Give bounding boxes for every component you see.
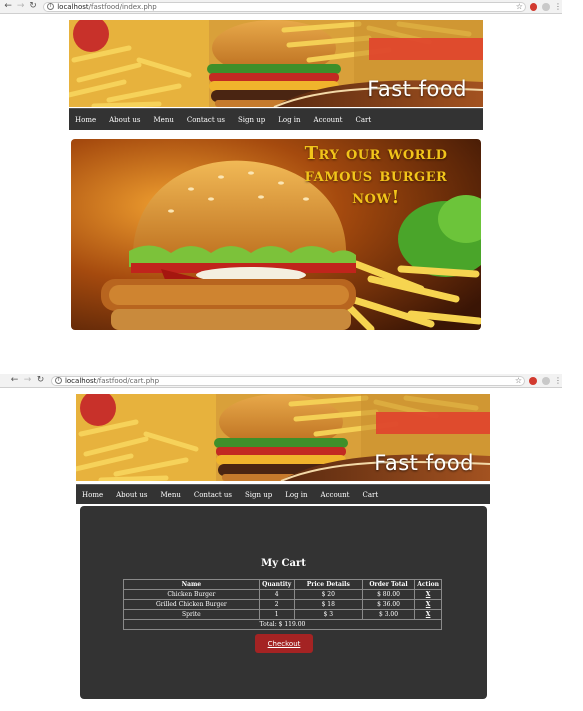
table-row: Sprite 1 $ 3 $ 3.00 X [123,609,442,620]
nav-contact-us[interactable]: Contact us [194,491,232,499]
nav-contact-us[interactable]: Contact us [187,116,225,124]
main-nav-cart: Home About us Menu Contact us Sign up Lo… [76,484,490,504]
item-name: Chicken Burger [123,589,260,600]
brand-title: Fast food [367,77,467,101]
promo-headline: Try our world famous burger now! [276,143,476,209]
promo-headline-line-2: famous burger [304,165,448,186]
remove-item-button[interactable]: X [414,609,442,620]
nav-log-in[interactable]: Log in [278,116,300,124]
item-price: $ 20 [293,589,363,600]
reload-icon[interactable]: ↻ [28,1,38,12]
browser-toolbar-cart: ← → ↻ i localhost/fastfood/cart.php ☆ ⋮ [0,374,562,388]
checkout-button[interactable]: Checkout [255,634,313,653]
brand-title: Fast food [374,451,474,475]
remove-item-button[interactable]: X [414,589,442,600]
nav-cart[interactable]: Cart [356,116,372,124]
info-icon[interactable]: i [54,377,62,384]
col-quantity: Quantity [258,579,295,590]
col-action: Action [414,579,442,590]
nav-account[interactable]: Account [314,116,343,124]
kebab-menu-icon[interactable]: ⋮ [554,376,562,385]
address-bar[interactable]: i localhost/fastfood/index.php ☆ [43,1,526,12]
nav-cart[interactable]: Cart [363,491,379,499]
adblock-icon[interactable] [529,2,538,11]
address-bar[interactable]: i localhost/fastfood/cart.php ☆ [50,375,526,386]
col-name: Name [123,579,260,590]
item-total: $ 36.00 [361,599,416,610]
item-total: $ 3.00 [361,609,416,620]
promo-headline-line-3: now! [352,187,400,208]
main-nav: Home About us Menu Contact us Sign up Lo… [69,108,483,130]
arrow-left-icon[interactable]: ← [3,1,13,12]
nav-log-in[interactable]: Log in [285,491,307,499]
table-row: Chicken Burger 4 $ 20 $ 80.00 X [123,589,442,600]
star-icon[interactable]: ☆ [516,2,523,11]
nav-about-us[interactable]: About us [116,491,147,499]
nav-sign-up[interactable]: Sign up [238,116,265,124]
item-total: $ 80.00 [361,589,416,600]
nav-menu[interactable]: Menu [154,116,174,124]
arrow-right-icon[interactable]: → [22,375,33,386]
item-quantity: 2 [258,599,295,610]
nav-account[interactable]: Account [321,491,350,499]
arrow-right-icon[interactable]: → [15,1,25,12]
nav-menu[interactable]: Menu [161,491,181,499]
cart-table: Name Quantity Price Details Order Total … [123,579,442,630]
item-name: Grilled Chicken Burger [123,599,260,610]
header-banner: Fast food [69,20,483,107]
remove-item-button[interactable]: X [414,599,442,610]
item-quantity: 1 [258,609,295,620]
cart-title: My Cart [261,558,306,569]
table-row: Grilled Chicken Burger 2 $ 18 $ 36.00 X [123,599,442,610]
cart-total: Total: $ 119.00 [123,619,442,630]
nav-sign-up[interactable]: Sign up [245,491,272,499]
item-price: $ 18 [293,599,363,610]
total-row: Total: $ 119.00 [123,619,442,630]
nav-home[interactable]: Home [82,491,103,499]
info-icon[interactable]: i [47,3,55,10]
reload-icon[interactable]: ↻ [35,375,46,386]
arrow-left-icon[interactable]: ← [9,375,20,386]
cart-panel: My Cart Name Quantity Price Details Orde… [80,506,487,699]
item-price: $ 3 [293,609,363,620]
nav-home[interactable]: Home [75,116,96,124]
cart-header-row: Name Quantity Price Details Order Total … [123,579,442,590]
item-name: Sprite [123,609,260,620]
nav-about-us[interactable]: About us [109,116,140,124]
url-text: localhost/fastfood/cart.php [64,376,160,385]
profile-icon[interactable] [542,2,550,11]
header-banner-cart: Fast food [76,394,490,481]
kebab-menu-icon[interactable]: ⋮ [554,2,562,11]
promo-banner: Try our world famous burger now! [71,139,481,330]
profile-icon[interactable] [542,376,551,385]
col-order-total: Order Total [361,579,416,590]
url-text: localhost/fastfood/index.php [57,2,157,11]
star-icon[interactable]: ☆ [515,376,522,385]
adblock-icon[interactable] [529,376,538,385]
col-price-details: Price Details [293,579,363,590]
item-quantity: 4 [258,589,295,600]
promo-headline-line-1: Try our world [304,143,448,164]
browser-toolbar: ← → ↻ i localhost/fastfood/index.php ☆ ⋮ [0,0,562,14]
